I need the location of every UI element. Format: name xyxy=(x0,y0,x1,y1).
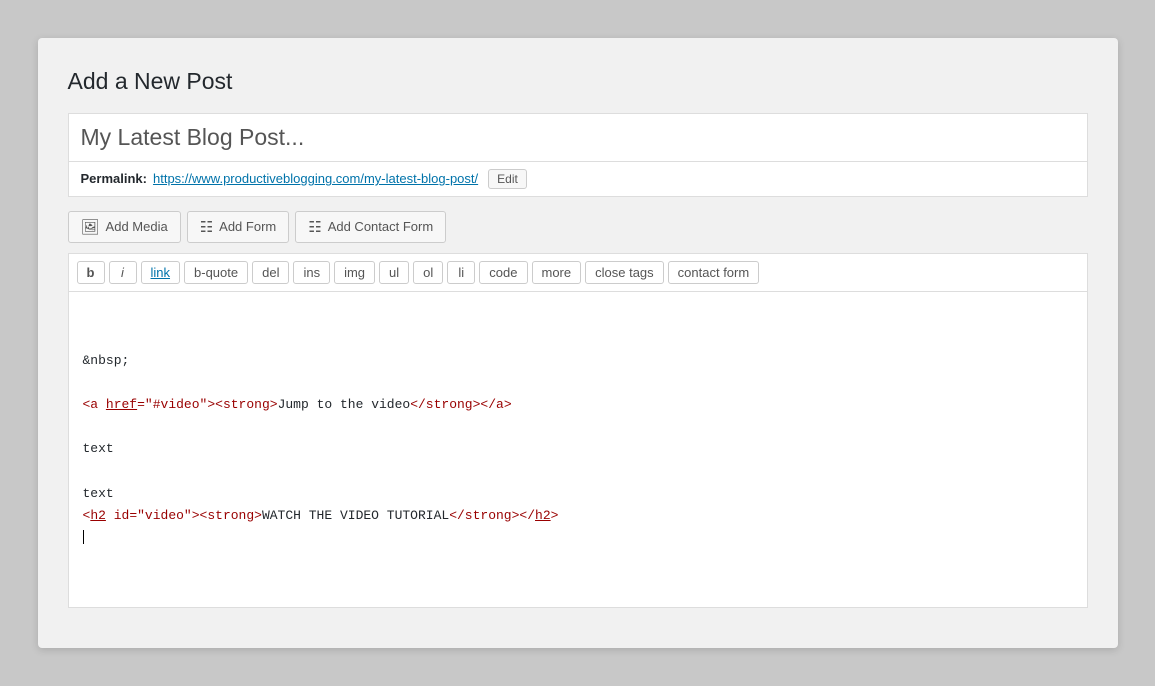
add-media-button[interactable]: 🖼 Add Media xyxy=(68,211,181,243)
editor-content: &nbsp; <a href="#video"><strong>Jump to … xyxy=(83,350,1073,549)
format-italic-button[interactable]: i xyxy=(109,261,137,284)
add-form-button[interactable]: ☷ Add Form xyxy=(187,211,290,243)
permalink-url[interactable]: https://www.productiveblogging.com/my-la… xyxy=(153,171,478,186)
editor-area[interactable]: &nbsp; <a href="#video"><strong>Jump to … xyxy=(68,291,1088,608)
permalink-bar: Permalink: https://www.productivebloggin… xyxy=(68,162,1088,197)
permalink-edit-button[interactable]: Edit xyxy=(488,169,527,189)
page-title: Add a New Post xyxy=(68,68,1088,95)
permalink-label: Permalink: xyxy=(81,171,147,186)
format-more-button[interactable]: more xyxy=(532,261,582,284)
add-media-icon: 🖼 xyxy=(81,218,100,236)
format-li-button[interactable]: li xyxy=(447,261,475,284)
format-ul-button[interactable]: ul xyxy=(379,261,409,284)
post-title-input[interactable] xyxy=(68,113,1088,162)
add-contact-form-icon: ☷ xyxy=(308,218,321,236)
format-bar: b i link b-quote del ins img ul ol li co… xyxy=(68,253,1088,291)
add-form-icon: ☷ xyxy=(200,218,213,236)
format-close-tags-button[interactable]: close tags xyxy=(585,261,664,284)
wp-editor-container: Add a New Post Permalink: https://www.pr… xyxy=(38,38,1118,648)
add-contact-form-button[interactable]: ☷ Add Contact Form xyxy=(295,211,446,243)
format-del-button[interactable]: del xyxy=(252,261,289,284)
format-contact-form-button[interactable]: contact form xyxy=(668,261,760,284)
format-link-button[interactable]: link xyxy=(141,261,181,284)
format-bquote-button[interactable]: b-quote xyxy=(184,261,248,284)
toolbar-row: 🖼 Add Media ☷ Add Form ☷ Add Contact For… xyxy=(68,211,1088,243)
format-code-button[interactable]: code xyxy=(479,261,527,284)
add-media-label: Add Media xyxy=(106,219,168,234)
format-img-button[interactable]: img xyxy=(334,261,375,284)
add-contact-form-label: Add Contact Form xyxy=(328,219,434,234)
format-ol-button[interactable]: ol xyxy=(413,261,443,284)
format-ins-button[interactable]: ins xyxy=(293,261,330,284)
format-bold-button[interactable]: b xyxy=(77,261,105,284)
add-form-label: Add Form xyxy=(219,219,276,234)
